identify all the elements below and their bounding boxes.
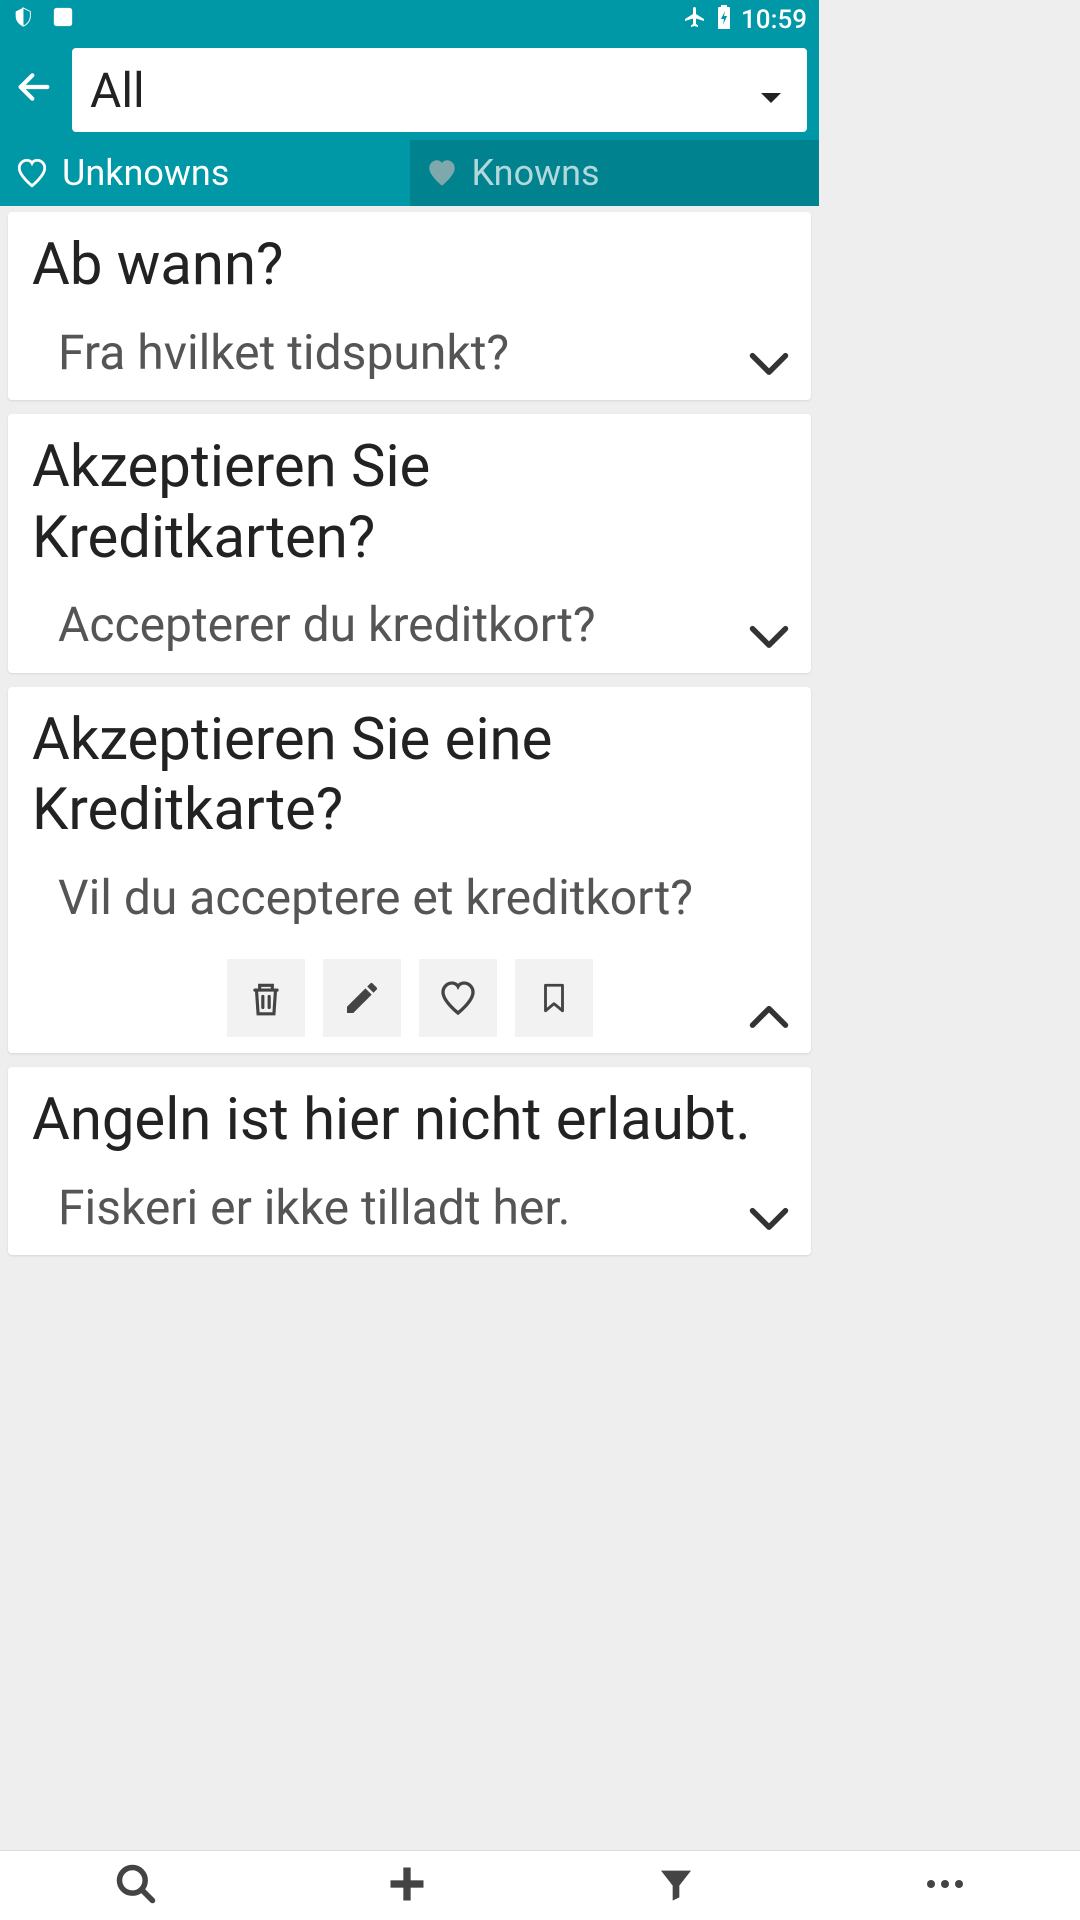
category-dropdown[interactable]: All [72, 48, 807, 132]
tab-knowns[interactable]: Knowns [410, 140, 820, 206]
phrase-card-expanded[interactable]: Akzeptieren Sie eine Kreditkarte? Vil du… [8, 687, 811, 1054]
tab-knowns-label: Knowns [472, 152, 600, 194]
tabs: Unknowns Knowns [0, 140, 819, 206]
bottom-bar [0, 1850, 1080, 1920]
bookmark-button[interactable] [515, 959, 593, 1037]
card-actions [32, 959, 787, 1037]
phrase-card[interactable]: Ab wann? Fra hvilket tidspunkt? [8, 212, 811, 400]
tab-unknowns[interactable]: Unknowns [0, 140, 410, 206]
phrase-primary: Akzeptieren Sie eine Kreditkarte? [32, 705, 787, 847]
phrase-secondary: Fra hvilket tidspunkt? [32, 319, 787, 386]
svg-text:A: A [59, 11, 68, 26]
filter-button[interactable] [626, 1854, 726, 1918]
app-header: All [0, 40, 819, 140]
expand-icon[interactable] [747, 614, 791, 661]
add-button[interactable] [355, 1852, 459, 1920]
keyboard-icon: A [52, 5, 74, 35]
phrase-primary: Angeln ist hier nicht erlaubt. [32, 1085, 787, 1156]
status-bar: A 10:59 [0, 0, 819, 40]
back-button[interactable] [12, 58, 56, 123]
search-button[interactable] [84, 1852, 188, 1920]
phrase-card[interactable]: Angeln ist hier nicht erlaubt. Fiskeri e… [8, 1067, 811, 1255]
card-list: Ab wann? Fra hvilket tidspunkt? Akzeptie… [0, 206, 819, 1255]
airplane-icon [683, 5, 707, 36]
dropdown-arrow-icon [759, 62, 783, 119]
phrase-secondary: Fiskeri er ikke tilladt her. [32, 1174, 787, 1241]
favorite-button[interactable] [419, 959, 497, 1037]
phrase-primary: Akzeptieren Sie Kreditkarten? [32, 432, 787, 574]
edit-button[interactable] [323, 959, 401, 1037]
expand-icon[interactable] [747, 341, 791, 388]
tab-unknowns-label: Unknowns [62, 152, 229, 194]
phrase-primary: Ab wann? [32, 230, 787, 301]
battery-charging-icon [717, 4, 731, 37]
expand-icon[interactable] [747, 1196, 791, 1243]
phrase-secondary: Vil du acceptere et kreditkort? [32, 864, 787, 931]
shield-icon [12, 5, 34, 36]
status-time: 10:59 [741, 5, 807, 35]
collapse-icon[interactable] [747, 994, 791, 1041]
phrase-card[interactable]: Akzeptieren Sie Kreditkarten? Accepterer… [8, 414, 811, 673]
more-button[interactable] [893, 1866, 997, 1905]
delete-button[interactable] [227, 959, 305, 1037]
phrase-secondary: Accepterer du kreditkort? [32, 591, 787, 658]
dropdown-value: All [90, 62, 145, 119]
